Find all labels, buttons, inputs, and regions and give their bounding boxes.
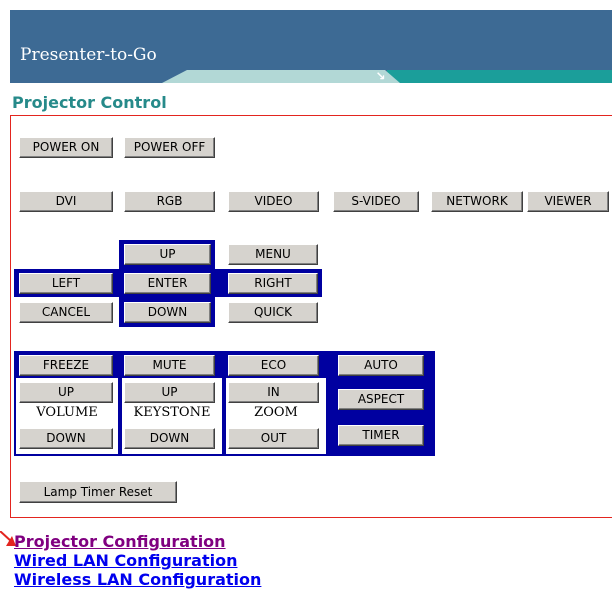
- projector-configuration-link[interactable]: Projector Configuration: [14, 532, 226, 551]
- nav-up-button[interactable]: UP: [124, 244, 211, 265]
- configuration-links: Projector Configuration Wired LAN Config…: [14, 532, 261, 589]
- link-item: Projector Configuration: [14, 532, 261, 551]
- lamp-timer-reset-button[interactable]: Lamp Timer Reset: [19, 481, 177, 503]
- banner-stripe-dark: [387, 70, 612, 83]
- keystone-down-button[interactable]: DOWN: [124, 428, 215, 449]
- keystone-label: KEYSTONE: [133, 405, 211, 420]
- link-item: Wireless LAN Configuration: [14, 570, 261, 589]
- quick-button[interactable]: QUICK: [228, 302, 318, 323]
- timer-button[interactable]: TIMER: [338, 425, 424, 446]
- header-banner: Presenter-to-Go ↘: [10, 10, 612, 83]
- mute-button[interactable]: MUTE: [124, 355, 215, 376]
- s-video-button[interactable]: S-VIDEO: [333, 191, 419, 212]
- link-item: Wired LAN Configuration: [14, 551, 261, 570]
- page-title: Projector Control: [12, 93, 167, 112]
- video-button[interactable]: VIDEO: [228, 191, 319, 212]
- zoom-in-button[interactable]: IN: [228, 382, 319, 403]
- corner-arrow-icon: ↘: [375, 69, 386, 83]
- freeze-button[interactable]: FREEZE: [19, 355, 113, 376]
- banner-stripe-light: [162, 70, 400, 83]
- volume-label: VOLUME: [36, 405, 98, 420]
- cancel-button[interactable]: CANCEL: [19, 302, 113, 323]
- auto-button[interactable]: AUTO: [338, 355, 424, 376]
- enter-button[interactable]: ENTER: [124, 273, 211, 294]
- wireless-lan-configuration-link[interactable]: Wireless LAN Configuration: [14, 570, 261, 589]
- nav-down-button[interactable]: DOWN: [124, 302, 211, 323]
- network-button[interactable]: NETWORK: [431, 191, 523, 212]
- power-off-button[interactable]: POWER OFF: [124, 137, 215, 158]
- keystone-up-button[interactable]: UP: [124, 382, 215, 403]
- power-on-button[interactable]: POWER ON: [19, 137, 113, 158]
- menu-button[interactable]: MENU: [228, 244, 318, 265]
- volume-up-button[interactable]: UP: [19, 382, 113, 403]
- banner-decoration: ↘: [162, 70, 612, 83]
- app-title: Presenter-to-Go: [20, 45, 157, 65]
- nav-left-button[interactable]: LEFT: [19, 273, 113, 294]
- eco-button[interactable]: ECO: [228, 355, 319, 376]
- projector-control-panel: POWER ON POWER OFF DVI RGB VIDEO S-VIDEO…: [10, 115, 612, 518]
- rgb-button[interactable]: RGB: [124, 191, 215, 212]
- aspect-button[interactable]: ASPECT: [338, 389, 424, 410]
- viewer-button[interactable]: VIEWER: [527, 191, 609, 212]
- volume-down-button[interactable]: DOWN: [19, 428, 113, 449]
- zoom-out-button[interactable]: OUT: [228, 428, 319, 449]
- zoom-label: ZOOM: [254, 405, 298, 420]
- nav-right-button[interactable]: RIGHT: [228, 273, 318, 294]
- dvi-button[interactable]: DVI: [19, 191, 113, 212]
- wired-lan-configuration-link[interactable]: Wired LAN Configuration: [14, 551, 237, 570]
